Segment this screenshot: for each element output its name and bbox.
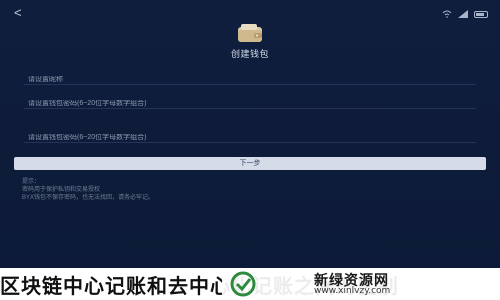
battery-icon: [474, 10, 488, 18]
confirm-password-input[interactable]: [24, 134, 480, 141]
wallet-name-input[interactable]: [24, 76, 480, 83]
notice-line-2: BYX钱包不保存密码，也无法找回，请务必牢记。: [22, 195, 155, 201]
notice-heading: 提示：: [22, 179, 41, 185]
back-button[interactable]: <: [14, 6, 28, 20]
wallet-icon: [0, 22, 500, 44]
wifi-icon: [442, 5, 452, 23]
confirm-password-field[interactable]: [24, 126, 480, 143]
page-title: 创建钱包: [230, 49, 269, 59]
next-button[interactable]: 下一步: [14, 157, 486, 170]
notice-line-1: 密码用于保护私钥和交易授权: [22, 187, 101, 193]
password-input[interactable]: [24, 100, 480, 107]
watermark-logo: 新绿资源网 www.xinlvzy.com: [222, 268, 500, 300]
password-field[interactable]: [24, 92, 480, 109]
logo-url: www.xinlvzy.com: [314, 286, 391, 296]
notice: 提示： 密码用于保护私钥和交易授权 BYX钱包不保存密码，也无法找回，请务必牢记…: [22, 178, 322, 202]
status-icons: [442, 5, 488, 23]
create-wallet-screen: < 创建钱包 下一步: [0, 0, 500, 300]
page-header: 创建钱包: [0, 22, 500, 60]
signal-icon: [458, 5, 468, 23]
wallet-name-field[interactable]: [24, 68, 480, 85]
